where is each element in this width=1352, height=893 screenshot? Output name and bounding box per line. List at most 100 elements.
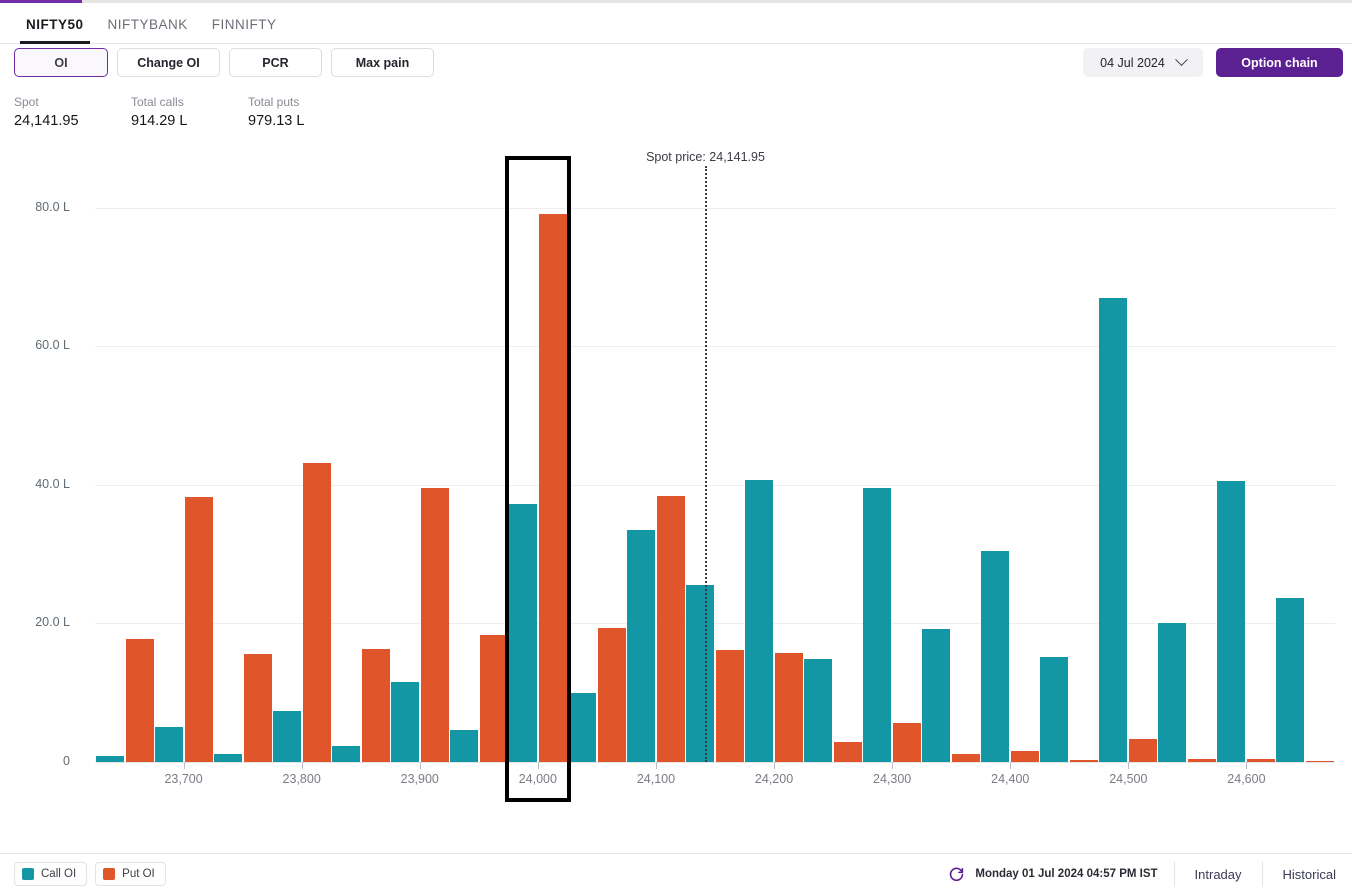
- bar-put-oi[interactable]: [1188, 759, 1217, 762]
- stat-total-calls-value: 914.29 L: [131, 113, 188, 129]
- x-axis-label: 24,100: [636, 772, 676, 786]
- bar-put-oi[interactable]: [597, 628, 626, 762]
- legend-label-call: Call OI: [41, 868, 77, 880]
- stat-spot-value: 24,141.95: [14, 113, 79, 129]
- bar-put-oi[interactable]: [952, 753, 981, 762]
- bar-call-oi[interactable]: [922, 628, 951, 762]
- gridline: [95, 484, 1335, 486]
- index-tabs: NIFTY50 NIFTYBANK FINNIFTY: [0, 3, 1352, 44]
- footer-controls: Monday 01 Jul 2024 04:57 PM IST Intraday…: [948, 854, 1340, 893]
- y-axis-label: 20.0 L: [35, 615, 70, 630]
- footer-divider-2: [1261, 861, 1263, 887]
- spot-price-line: [705, 166, 708, 762]
- bar-put-oi[interactable]: [361, 649, 390, 762]
- tab-finnifty[interactable]: FINNIFTY: [200, 17, 289, 43]
- bar-call-oi[interactable]: [1040, 657, 1069, 762]
- bar-call-oi[interactable]: [626, 529, 655, 762]
- x-axis-tick: [537, 762, 539, 769]
- legend-item-put-oi[interactable]: Put OI: [95, 862, 166, 886]
- x-axis-tick: [301, 762, 303, 769]
- stat-spot-label: Spot: [14, 95, 39, 109]
- bar-call-oi[interactable]: [331, 746, 360, 762]
- bar-put-oi[interactable]: [775, 653, 804, 762]
- x-axis-label: 24,000: [518, 772, 557, 786]
- x-axis-label: 24,200: [754, 772, 794, 786]
- bar-call-oi[interactable]: [863, 488, 892, 762]
- x-axis-tick: [892, 762, 894, 769]
- chart-legend: Call OI Put OI: [14, 862, 166, 886]
- bar-put-oi[interactable]: [893, 723, 922, 762]
- gridline: [95, 623, 1335, 625]
- metric-button-pcr[interactable]: PCR: [229, 48, 322, 77]
- bar-put-oi[interactable]: [716, 649, 744, 762]
- legend-swatch-call: [22, 868, 34, 880]
- bar-put-oi[interactable]: [1306, 760, 1335, 762]
- historical-link[interactable]: Historical: [1279, 867, 1340, 882]
- legend-label-put: Put OI: [122, 868, 155, 880]
- bar-put-oi[interactable]: [184, 496, 213, 762]
- legend-item-call-oi[interactable]: Call OI: [14, 862, 88, 886]
- refresh-icon[interactable]: [948, 866, 965, 883]
- spot-price-label: Spot price: 24,141.95: [646, 150, 765, 164]
- bar-put-oi[interactable]: [479, 635, 508, 762]
- bar-put-oi[interactable]: [125, 638, 154, 762]
- bar-call-oi[interactable]: [1099, 298, 1128, 762]
- intraday-link[interactable]: Intraday: [1191, 867, 1246, 882]
- x-axis-tick: [1246, 762, 1248, 769]
- bar-put-oi[interactable]: [1070, 759, 1099, 762]
- metric-button-change-oi[interactable]: Change OI: [117, 48, 220, 77]
- bar-call-oi[interactable]: [686, 585, 714, 762]
- metric-button-max-pain[interactable]: Max pain: [331, 48, 434, 77]
- bar-call-oi[interactable]: [95, 756, 124, 762]
- bar-call-oi[interactable]: [390, 682, 419, 762]
- bar-put-oi[interactable]: [302, 462, 331, 762]
- bar-call-oi[interactable]: [1158, 623, 1187, 762]
- bar-put-oi[interactable]: [1129, 739, 1158, 762]
- chart-toolbar: OI Change OI PCR Max pain 04 Jul 2024 Op…: [0, 48, 1352, 84]
- bar-call-oi[interactable]: [745, 479, 774, 762]
- y-axis-label: 80.0 L: [35, 199, 70, 214]
- expiry-date-value: 04 Jul 2024: [1100, 55, 1165, 70]
- bar-put-oi[interactable]: [834, 741, 863, 762]
- bar-put-oi[interactable]: [1247, 758, 1276, 762]
- stat-total-calls: Total calls 914.29 L: [131, 94, 248, 132]
- bar-call-oi[interactable]: [272, 711, 301, 762]
- y-axis-label: 40.0 L: [35, 476, 70, 491]
- legend-swatch-put: [103, 868, 116, 880]
- option-chain-page: NIFTY50 NIFTYBANK FINNIFTY OI Change OI …: [0, 0, 1352, 893]
- bar-call-oi[interactable]: [449, 730, 478, 762]
- bar-call-oi[interactable]: [1217, 481, 1246, 762]
- x-axis-label: 24,400: [991, 772, 1030, 786]
- bar-put-oi[interactable]: [656, 495, 685, 762]
- oi-bar-chart: 0 20.0 L 40.0 L 60.0 L 80.0 L 23,700 23,800 23,…: [0, 150, 1352, 810]
- stat-spot: Spot 24,141.95: [14, 94, 131, 132]
- bar-call-oi[interactable]: [981, 551, 1010, 762]
- x-axis-label: 24,300: [873, 772, 912, 786]
- bar-put-oi[interactable]: [420, 488, 449, 762]
- bar-call-oi[interactable]: [567, 692, 596, 762]
- bar-call-oi[interactable]: [804, 659, 833, 762]
- expiry-date-select[interactable]: 04 Jul 2024: [1083, 48, 1203, 77]
- bar-put-oi[interactable]: [243, 653, 272, 762]
- x-axis-label: 23,700: [164, 772, 203, 786]
- stat-total-calls-label: Total calls: [131, 95, 184, 109]
- bar-call-oi[interactable]: [1276, 597, 1305, 762]
- bar-call-oi[interactable]: [508, 503, 537, 762]
- axis-line-zero: [95, 762, 1335, 763]
- last-updated-timestamp: Monday 01 Jul 2024 04:57 PM IST: [975, 868, 1158, 880]
- metric-button-oi[interactable]: OI: [14, 48, 108, 77]
- gridline: [95, 207, 1335, 209]
- tab-niftybank[interactable]: NIFTYBANK: [96, 17, 200, 43]
- tab-nifty50[interactable]: NIFTY50: [14, 17, 96, 44]
- summary-stats: Spot 24,141.95 Total calls 914.29 L Tota…: [14, 94, 365, 132]
- option-chain-button[interactable]: Option chain: [1216, 48, 1343, 77]
- bar-call-oi[interactable]: [213, 754, 242, 762]
- bar-put-oi[interactable]: [1011, 750, 1040, 762]
- x-axis-tick: [1010, 762, 1012, 769]
- x-axis-label: 23,800: [282, 772, 321, 786]
- bar-put-oi[interactable]: [538, 213, 567, 762]
- x-axis-tick: [183, 762, 185, 769]
- stat-total-puts-label: Total puts: [248, 95, 300, 109]
- bar-call-oi[interactable]: [154, 726, 183, 762]
- x-axis-label: 24,600: [1227, 772, 1266, 786]
